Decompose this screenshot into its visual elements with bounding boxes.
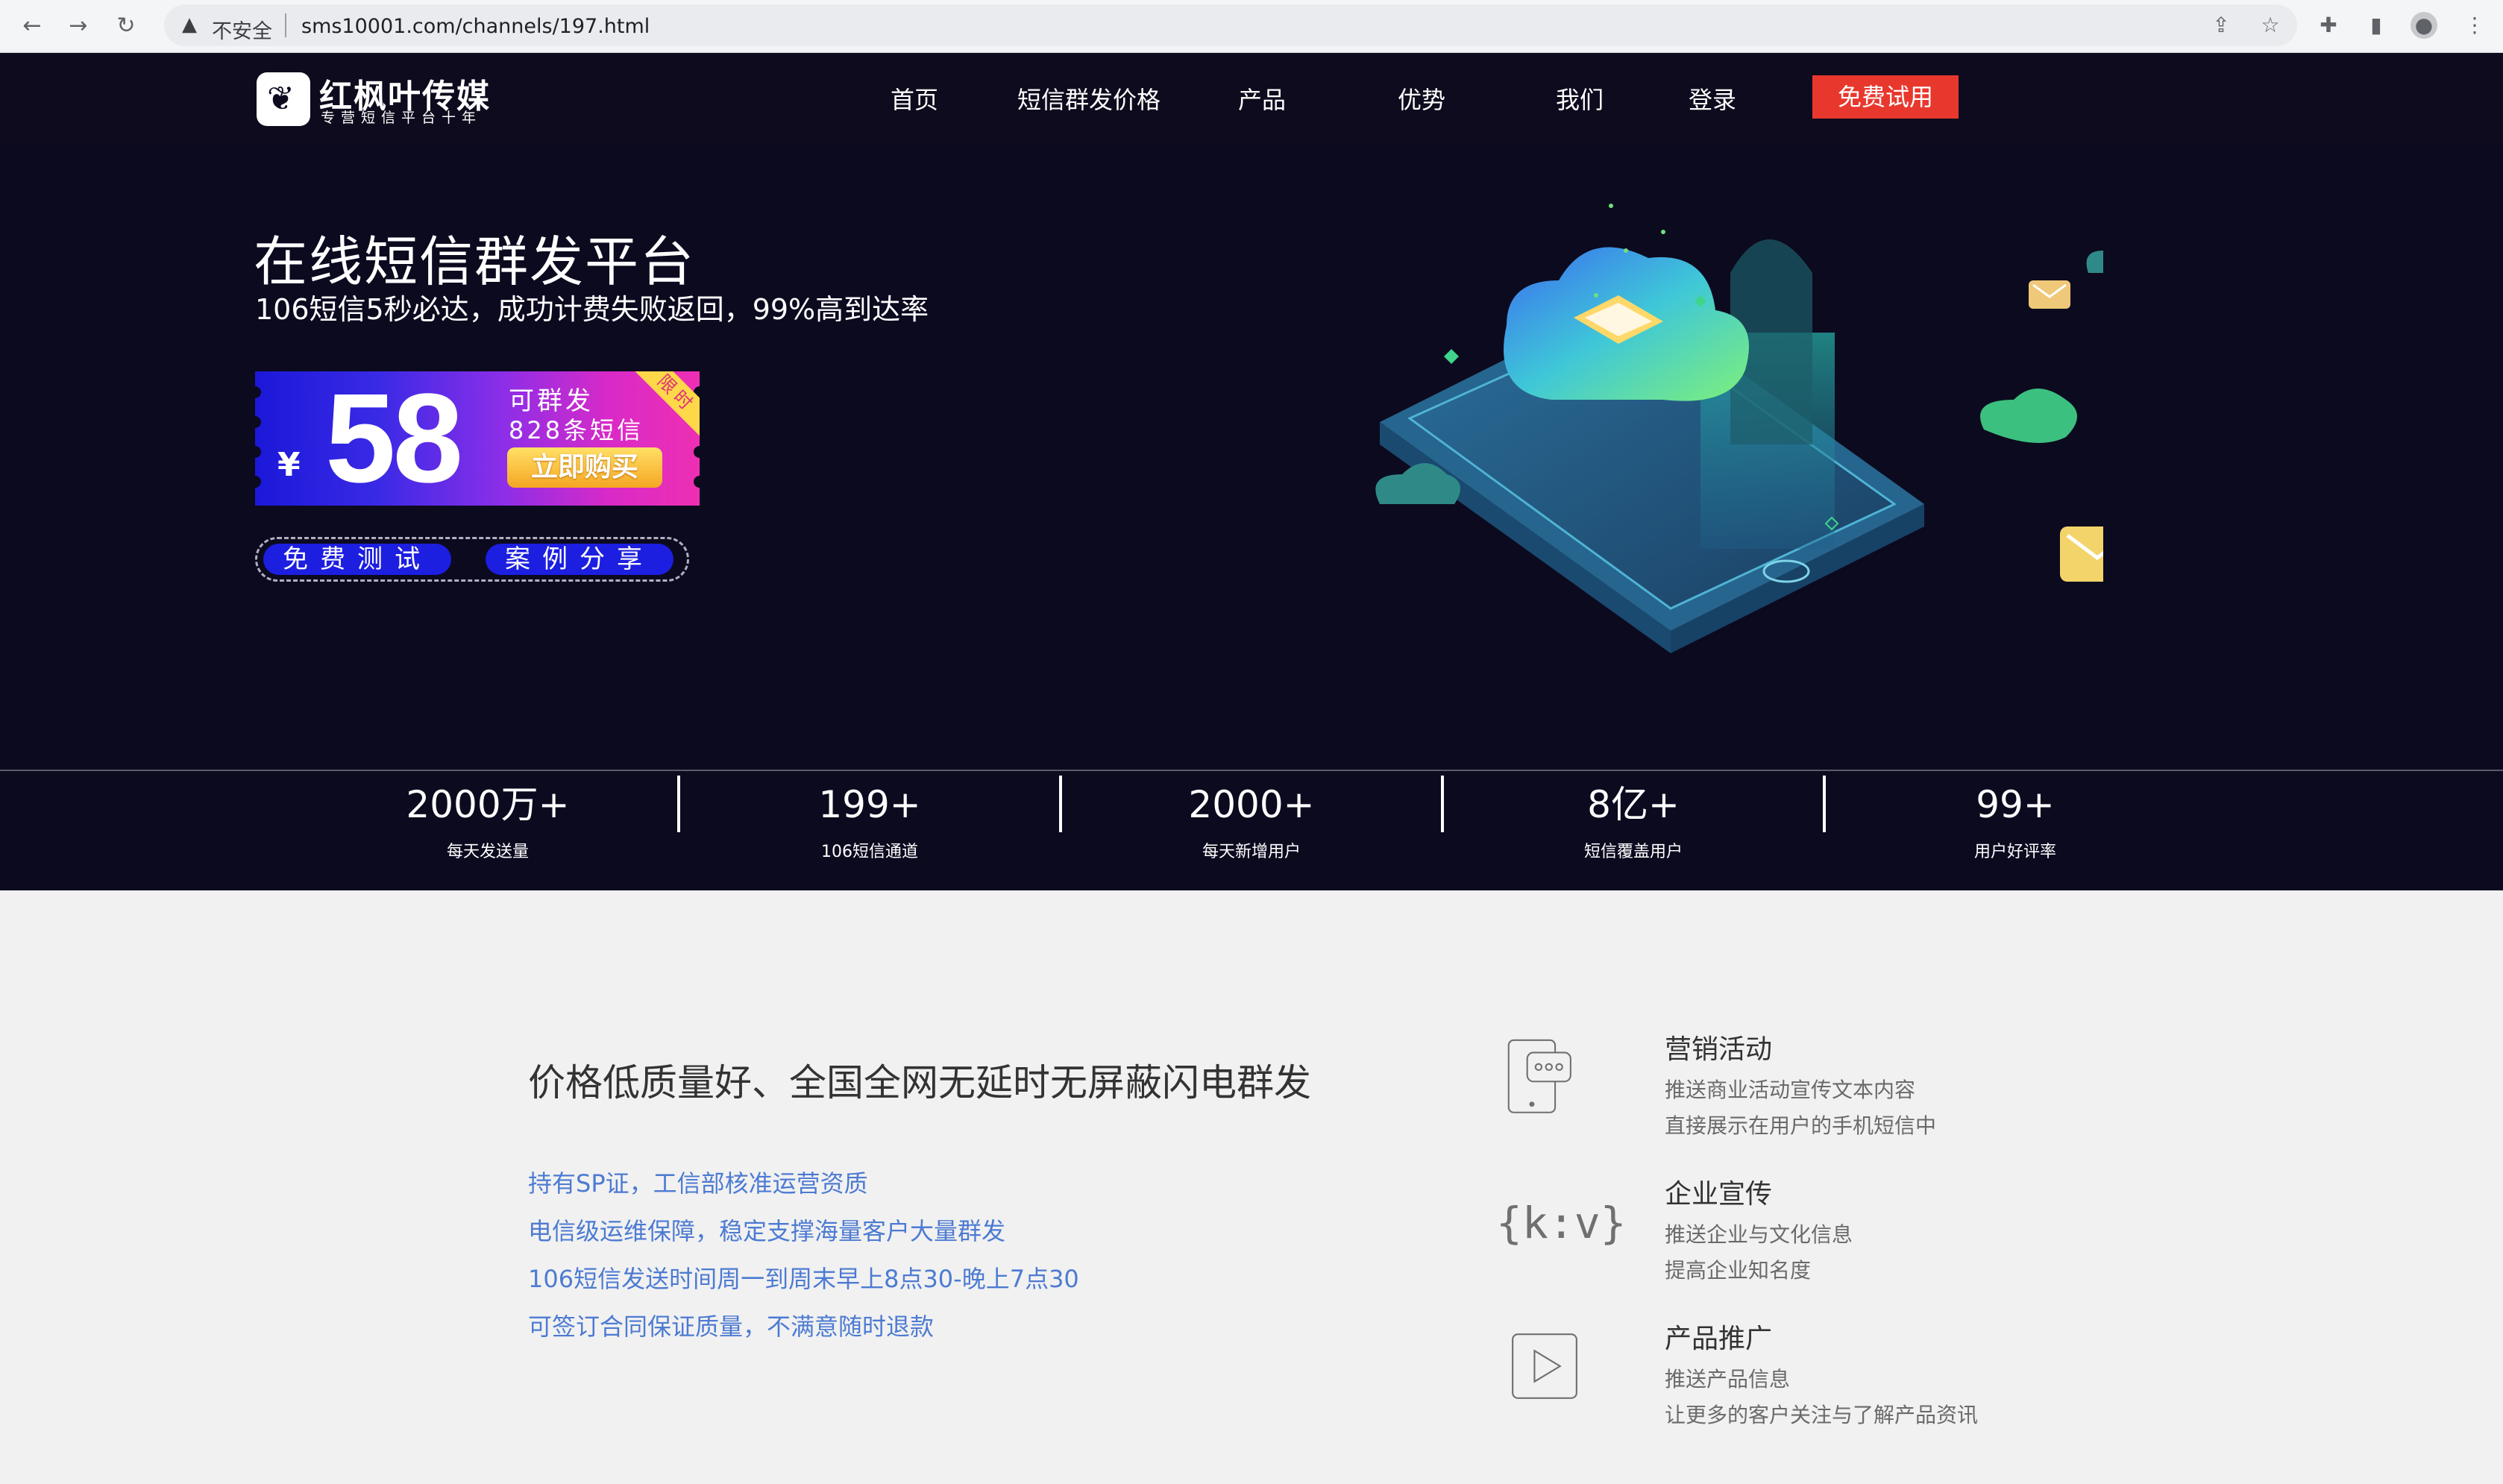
- nav-login[interactable]: 登录: [1689, 81, 1736, 116]
- stats-bar: 2000万+ 每天发送量 199+ 106短信通道 2000+ 每天新增用户 8…: [0, 770, 2503, 890]
- url-text[interactable]: sms10001.com/channels/197.html: [301, 15, 650, 38]
- stat-channels: 199+ 106短信通道: [691, 779, 1049, 862]
- stat-label: 用户好评率: [1973, 843, 2056, 861]
- service-desc: 让更多的客户关注与了解产品资讯: [1665, 1403, 1979, 1427]
- stat-value: 2000万+: [406, 783, 570, 826]
- promo-banner[interactable]: ¥ 58 可群发 828条短信 立即购买 限时: [255, 371, 700, 506]
- stat-label: 每天新增用户: [1202, 843, 1301, 861]
- stat-divider: [1823, 776, 1826, 832]
- logo[interactable]: ❦ 红枫叶传媒 专营短信平台十年: [257, 69, 503, 129]
- arrow-left-icon[interactable]: ←: [19, 13, 45, 39]
- play-icon: [1512, 1333, 1577, 1399]
- stat-divider: [677, 776, 680, 832]
- features-heading: 价格低质量好、全国全网无延时无屏蔽闪电群发: [528, 1061, 1311, 1104]
- stat-divider: [1059, 776, 1062, 832]
- stat-coverage: 8亿+ 短信覆盖用户: [1454, 779, 1812, 862]
- insecure-label[interactable]: 不安全: [212, 15, 272, 44]
- feature-item: 持有SP证，工信部核准运营资质: [528, 1169, 868, 1198]
- kv-braces-icon: {k:v}: [1496, 1198, 1627, 1248]
- service-desc: 推送企业与文化信息: [1665, 1222, 1853, 1247]
- profile-avatar-icon[interactable]: ●: [2411, 12, 2437, 39]
- star-icon[interactable]: ☆: [2257, 12, 2284, 39]
- stat-rating: 99+ 用户好评率: [1836, 779, 2194, 862]
- nav-products[interactable]: 产品: [1238, 81, 1286, 116]
- extensions-icon[interactable]: ✚: [2315, 12, 2342, 39]
- service-desc: 推送商业活动宣传文本内容: [1665, 1078, 1916, 1102]
- buy-now-button[interactable]: 立即购买: [507, 447, 662, 488]
- service-title: 企业宣传: [1665, 1179, 1773, 1210]
- hero-banner: 在线短信群发平台 106短信5秒必达，成功计费失败返回，99%高到达率 ¥ 58…: [0, 146, 2503, 770]
- free-trial-button[interactable]: 免费试用: [1812, 75, 1959, 119]
- omnibox-divider: [285, 13, 286, 37]
- stat-new-users: 2000+ 每天新增用户: [1073, 779, 1430, 862]
- promo-line2: 828条短信: [509, 416, 644, 444]
- free-test-button[interactable]: 免费测试: [263, 544, 451, 575]
- nav-pricing[interactable]: 短信群发价格: [1017, 81, 1161, 116]
- arrow-right-icon[interactable]: →: [66, 13, 91, 39]
- stat-divider: [1441, 776, 1444, 832]
- share-icon[interactable]: ⇪: [2208, 12, 2235, 39]
- nav-about[interactable]: 我们: [1556, 81, 1604, 116]
- feature-item: 106短信发送时间周一到周末早上8点30-晚上7点30: [528, 1265, 1079, 1293]
- address-bar[interactable]: ▲ 不安全 sms10001.com/channels/197.html: [164, 4, 2297, 46]
- promo-price: 58: [325, 371, 463, 506]
- stat-label: 106短信通道: [821, 843, 918, 861]
- feature-item: 电信级运维保障，稳定支撑海量客户大量群发: [528, 1217, 1006, 1245]
- nav-home[interactable]: 首页: [891, 81, 938, 116]
- hero-subtitle: 106短信5秒必达，成功计费失败返回，99%高到达率: [255, 293, 929, 326]
- stat-daily-volume: 2000万+ 每天发送量: [309, 779, 667, 862]
- site-header: ❦ 红枫叶传媒 专营短信平台十年 首页 短信群发价格 产品 优势 我们 登录 免…: [0, 53, 2503, 149]
- service-title: 产品推广: [1665, 1324, 1773, 1354]
- service-title: 营销活动: [1665, 1034, 1773, 1065]
- warning-icon[interactable]: ▲: [182, 13, 197, 36]
- service-desc: 提高企业知名度: [1665, 1258, 1812, 1283]
- stat-label: 短信覆盖用户: [1583, 843, 1683, 861]
- logo-tagline: 专营短信平台十年: [321, 110, 483, 126]
- feature-item: 可签订合同保证质量，不满意随时退款: [528, 1312, 935, 1341]
- service-desc: 推送产品信息: [1665, 1367, 1791, 1392]
- stat-value: 2000+: [1188, 783, 1315, 826]
- nav-advantages[interactable]: 优势: [1398, 81, 1445, 116]
- stat-value: 99+: [1976, 783, 2055, 826]
- service-desc: 直接展示在用户的手机短信中: [1665, 1113, 1937, 1138]
- more-menu-icon[interactable]: ⋮: [2461, 12, 2488, 39]
- cloud-phone-illustration: [1375, 204, 2103, 653]
- hero-pill-group: 免费测试 案例分享: [255, 537, 689, 582]
- stat-value: 8亿+: [1587, 783, 1680, 826]
- hero-title: 在线短信群发平台: [254, 230, 696, 293]
- case-share-button[interactable]: 案例分享: [486, 544, 673, 575]
- phone-chat-icon: [1507, 1039, 1571, 1113]
- stat-label: 每天发送量: [446, 843, 529, 861]
- browser-toolbar: ← → ↻ ▲ 不安全 sms10001.com/channels/197.ht…: [0, 0, 2503, 53]
- maple-leaf-logo-icon: ❦: [257, 72, 310, 126]
- side-panel-icon[interactable]: ▮: [2363, 12, 2390, 39]
- stat-value: 199+: [818, 783, 921, 826]
- promo-currency: ¥: [277, 446, 301, 484]
- reload-icon[interactable]: ↻: [113, 13, 139, 39]
